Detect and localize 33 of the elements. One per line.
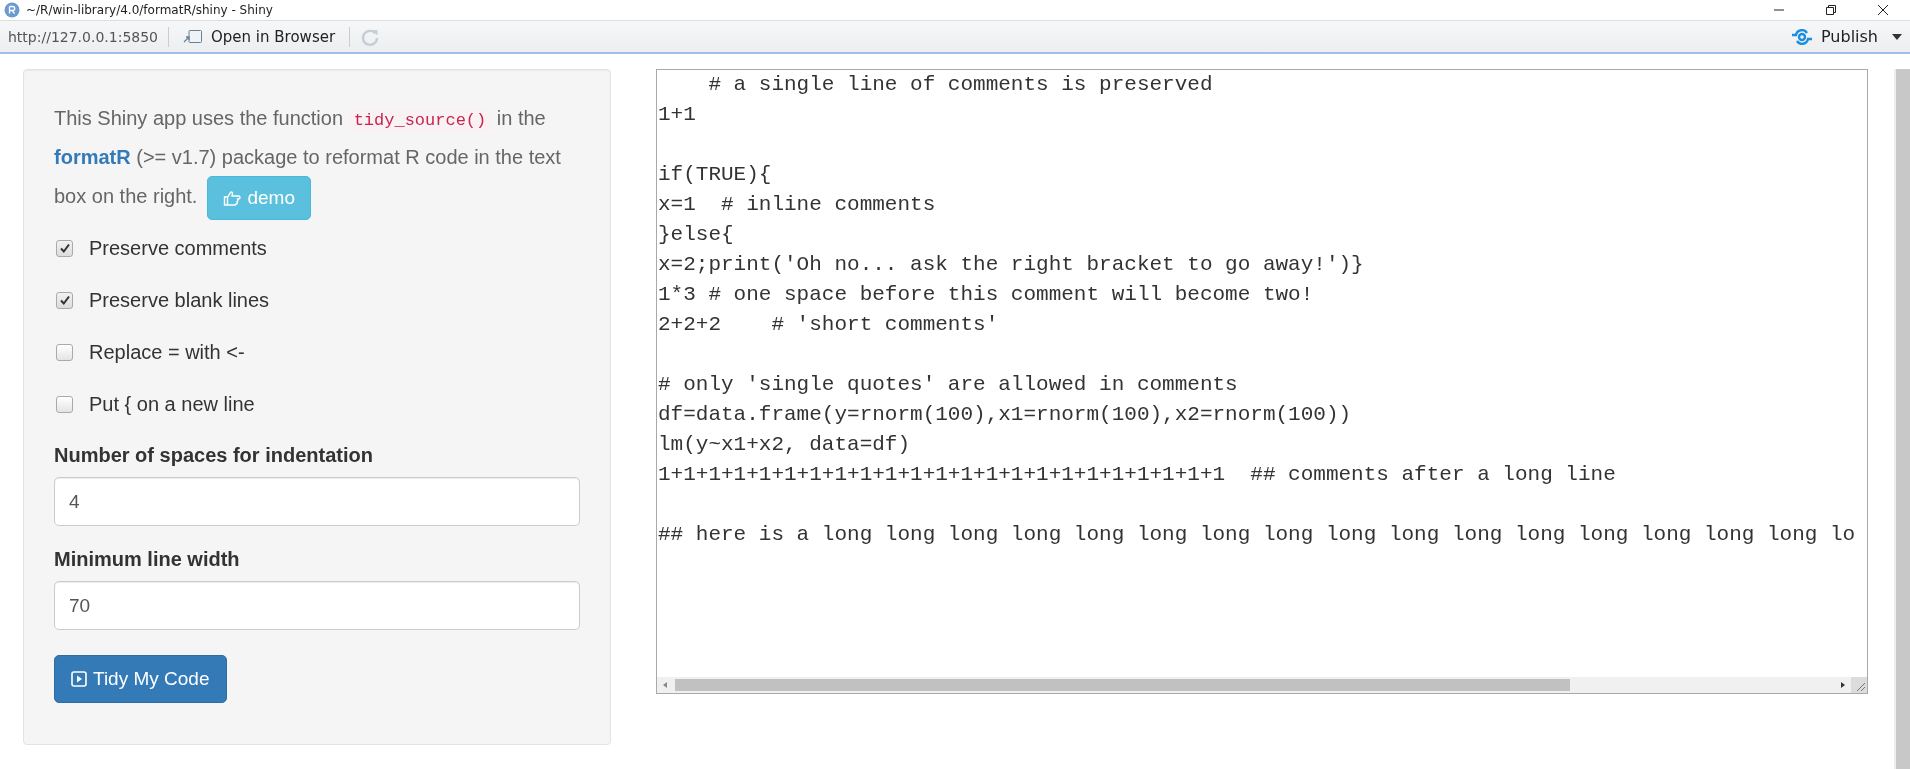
window-arrow-icon <box>183 28 204 45</box>
pointing-hand-icon <box>223 190 242 206</box>
check-icon <box>58 242 71 254</box>
field-label: Minimum line width <box>54 548 241 571</box>
checkbox-label: Replace = with <- <box>89 340 245 364</box>
checkbox-label: Put { on a new line <box>89 392 255 416</box>
close-icon[interactable] <box>1877 4 1889 16</box>
checkbox-label: Preserve comments <box>89 236 267 260</box>
checkbox[interactable] <box>56 239 73 257</box>
intro-text: This Shiny app uses the function tidy_source() in the formatR (>= v1.7) package to reformat R code in the text box on the right. demo <box>54 100 580 220</box>
resize-grip-icon[interactable] <box>1851 677 1867 693</box>
input-field[interactable]: 70 <box>54 581 580 630</box>
caret-icon[interactable] <box>1892 33 1902 40</box>
code-text: # a single line of comments is preserved 1+1 if(TRUE){ x=1 # inline comments }else{ x=2;print('Oh no... ask the right bracket to go away!')} 1*3 # one space before this comment will become two! 2+2+2 # 'short comments' # only 'single quotes' are allowed in comments df=data.frame(y=rnorm(100),x1=rnorm(100),x2=rnorm(100)) lm(y~x1+x2, data=df) 1+1+1+1+1+1+1+1+1+1+1+1+1+1+1+1+1+1+1+1+1+1+1 ## comments after a long line ## here is a long long long long long long long long long long long long long long long long lo <box>657 72 1857 548</box>
code-textarea[interactable] <box>656 69 1868 694</box>
scrollbar-thumb[interactable] <box>675 679 1570 691</box>
url-text: http://127.0.0.1:5850 <box>8 28 159 45</box>
field-label: Number of spaces for indentation <box>54 444 374 467</box>
input-field[interactable]: 4 <box>54 477 580 526</box>
tidy-button[interactable]: Tidy My Code <box>54 655 227 703</box>
checkbox[interactable] <box>56 395 73 413</box>
checkbox[interactable] <box>56 291 73 309</box>
restore-icon[interactable] <box>1825 4 1837 16</box>
page-scrollbar[interactable] <box>1894 69 1910 769</box>
formatr-link[interactable]: formatR <box>54 146 131 168</box>
open-in-browser-button[interactable]: Open in Browser <box>179 25 340 48</box>
play-square-icon <box>71 671 87 687</box>
checkbox[interactable] <box>56 343 73 361</box>
checkbox-label: Preserve blank lines <box>89 288 270 312</box>
check-icon <box>58 294 71 306</box>
publish-button[interactable]: Publish <box>1786 25 1882 48</box>
window-title: ~/R/win-library/4.0/formatR/shiny - Shiny <box>26 3 273 17</box>
publish-icon <box>1790 28 1813 45</box>
